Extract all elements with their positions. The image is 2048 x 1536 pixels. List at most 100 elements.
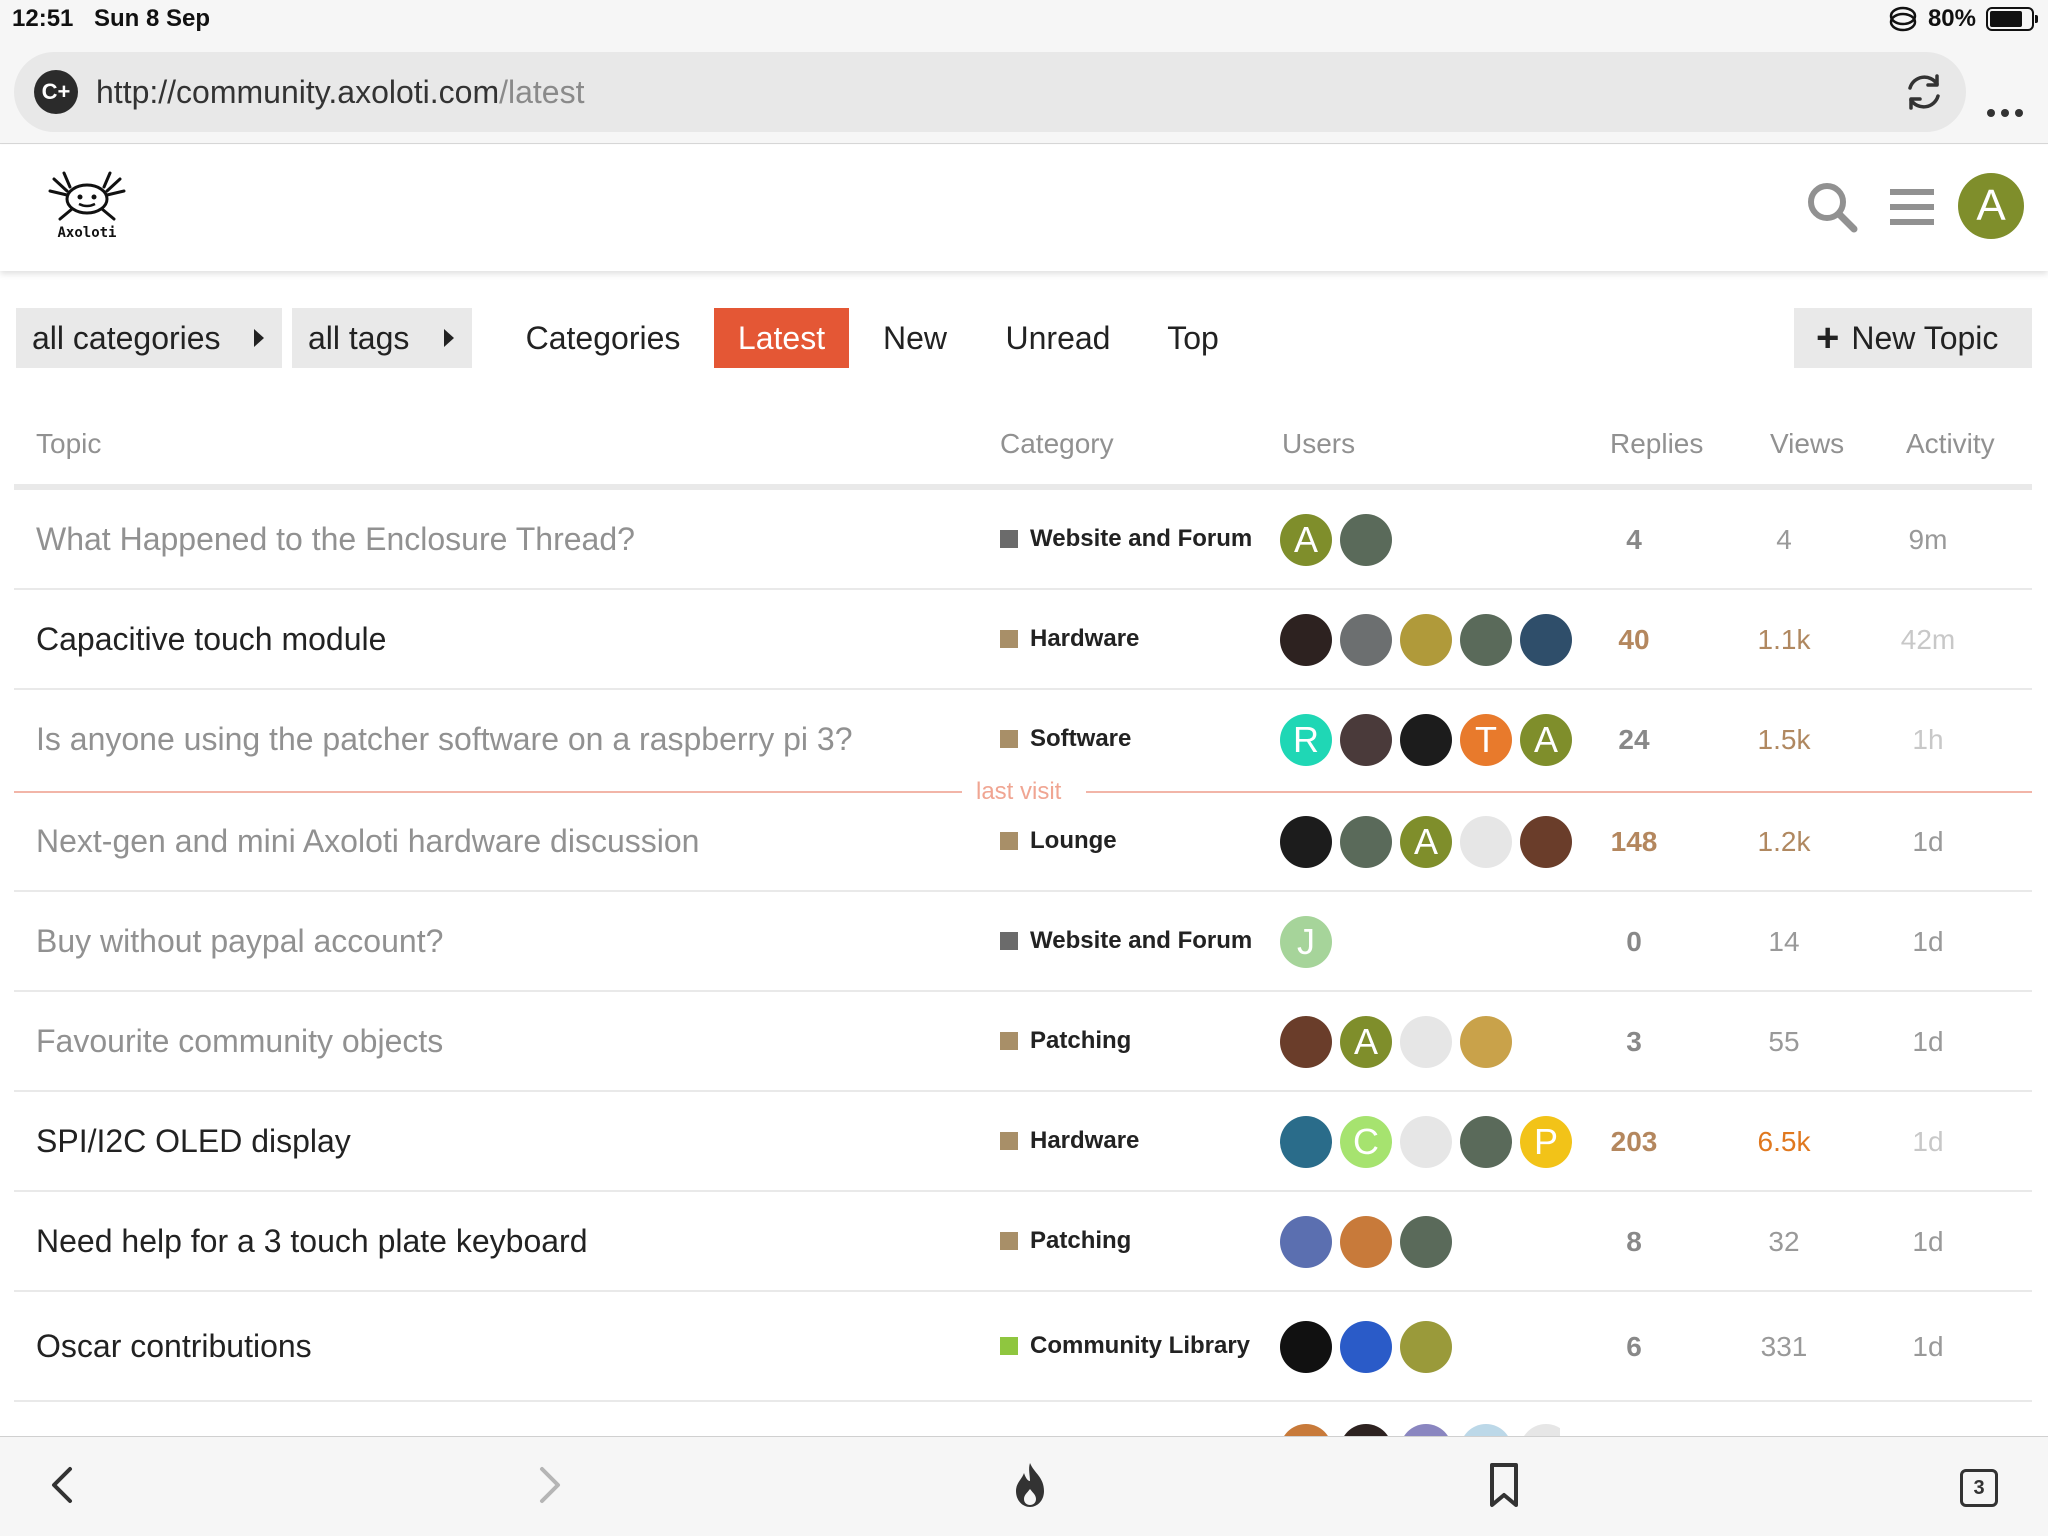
user-avatar[interactable] bbox=[1340, 514, 1392, 566]
column-replies[interactable]: Replies bbox=[1610, 428, 1703, 460]
tab-new[interactable]: New bbox=[870, 308, 960, 368]
forward-icon[interactable] bbox=[522, 1459, 574, 1511]
category-badge[interactable]: Software bbox=[1000, 725, 1131, 753]
tags-dropdown[interactable]: all tags bbox=[292, 308, 472, 368]
column-views[interactable]: Views bbox=[1770, 428, 1844, 460]
topic-row[interactable]: SPI/I2C OLED display Hardware C P 203 6.5k 1d bbox=[14, 1092, 2032, 1192]
topic-title-link[interactable]: SPI/I2C OLED display bbox=[36, 1123, 351, 1160]
user-avatar[interactable] bbox=[1340, 714, 1392, 766]
topic-row[interactable]: Capacitive touch module Hardware 40 1.1k 42m bbox=[14, 590, 2032, 690]
column-activity[interactable]: Activity bbox=[1906, 428, 1995, 460]
topic-row[interactable]: What Happened to the Enclosure Thread? We… bbox=[14, 490, 2032, 590]
search-icon[interactable] bbox=[1804, 179, 1860, 235]
tab-latest[interactable]: Latest bbox=[714, 308, 849, 368]
topic-title-link[interactable]: Capacitive touch module bbox=[36, 621, 386, 658]
user-avatar[interactable] bbox=[1280, 614, 1332, 666]
url-text[interactable]: http://community.axoloti.com/latest bbox=[96, 72, 584, 112]
topic-row[interactable]: Oscar contributions Community Library 6 331… bbox=[14, 1292, 2032, 1402]
topic-title-link[interactable]: What Happened to the Enclosure Thread? bbox=[36, 521, 635, 558]
category-badge[interactable]: Hardware bbox=[1000, 1127, 1139, 1155]
topic-title-link[interactable]: Buy without paypal account? bbox=[36, 923, 443, 960]
current-user-avatar[interactable]: A bbox=[1958, 173, 2024, 239]
activity-time[interactable]: 1h bbox=[1878, 724, 1978, 756]
activity-time[interactable]: 1d bbox=[1878, 1331, 1978, 1363]
category-badge[interactable]: Lounge bbox=[1000, 827, 1117, 855]
user-avatar[interactable] bbox=[1460, 614, 1512, 666]
user-avatar[interactable] bbox=[1400, 614, 1452, 666]
category-badge[interactable]: Patching bbox=[1000, 1227, 1131, 1255]
user-avatar[interactable] bbox=[1400, 1116, 1452, 1168]
topic-row[interactable]: Next-gen and mini Axoloti hardware discu… bbox=[14, 792, 2032, 892]
user-avatar[interactable]: A bbox=[1520, 714, 1572, 766]
topic-row[interactable]: Need help for a 3 touch plate keyboard Pa… bbox=[14, 1192, 2032, 1292]
activity-time[interactable]: 1d bbox=[1878, 1226, 1978, 1258]
axoloti-logo[interactable]: Axoloti bbox=[44, 169, 130, 241]
activity-time[interactable]: 1d bbox=[1878, 1026, 1978, 1058]
user-avatar[interactable] bbox=[1400, 1321, 1452, 1373]
column-topic[interactable]: Topic bbox=[36, 428, 101, 460]
user-avatar[interactable] bbox=[1280, 1321, 1332, 1373]
user-avatar[interactable]: C bbox=[1340, 1116, 1392, 1168]
user-avatar[interactable] bbox=[1400, 1016, 1452, 1068]
user-avatar[interactable] bbox=[1340, 614, 1392, 666]
categories-dropdown[interactable]: all categories bbox=[16, 308, 282, 368]
back-icon[interactable] bbox=[38, 1459, 90, 1511]
user-avatar[interactable] bbox=[1520, 816, 1572, 868]
user-avatar[interactable] bbox=[1460, 1016, 1512, 1068]
tabs-count-icon[interactable]: 3 bbox=[1960, 1469, 1998, 1507]
user-avatar[interactable] bbox=[1340, 1216, 1392, 1268]
tab-top[interactable]: Top bbox=[1152, 308, 1234, 368]
user-avatar[interactable] bbox=[1280, 1016, 1332, 1068]
activity-time[interactable]: 1d bbox=[1878, 826, 1978, 858]
hamburger-menu-icon[interactable] bbox=[1888, 183, 1936, 231]
user-avatar[interactable]: A bbox=[1340, 1016, 1392, 1068]
browser-bottom-bar: 3 bbox=[0, 1436, 2048, 1536]
category-badge[interactable]: Community Library bbox=[1000, 1332, 1250, 1360]
flame-icon[interactable] bbox=[1004, 1459, 1056, 1511]
address-bar[interactable]: C+ http://community.axoloti.com/latest bbox=[14, 52, 1966, 132]
user-avatar[interactable] bbox=[1460, 1116, 1512, 1168]
column-users: Users bbox=[1282, 428, 1356, 459]
category-badge[interactable]: Patching bbox=[1000, 1027, 1131, 1055]
topic-users bbox=[1280, 1216, 1452, 1268]
topic-title-link[interactable]: Need help for a 3 touch plate keyboard bbox=[36, 1223, 587, 1260]
user-avatar[interactable] bbox=[1520, 614, 1572, 666]
user-avatar[interactable] bbox=[1400, 1216, 1452, 1268]
user-avatar[interactable] bbox=[1280, 816, 1332, 868]
activity-time[interactable]: 1d bbox=[1878, 926, 1978, 958]
user-avatar[interactable] bbox=[1280, 1116, 1332, 1168]
user-avatar[interactable]: J bbox=[1280, 916, 1332, 968]
topic-row[interactable]: Is anyone using the patcher software on … bbox=[14, 690, 2032, 790]
user-avatar[interactable] bbox=[1400, 714, 1452, 766]
bookmark-icon[interactable] bbox=[1478, 1459, 1530, 1511]
user-avatar[interactable]: A bbox=[1400, 816, 1452, 868]
topic-row[interactable]: Buy without paypal account? Website and F… bbox=[14, 892, 2032, 992]
reply-count: 148 bbox=[1610, 826, 1658, 857]
user-avatar[interactable]: R bbox=[1280, 714, 1332, 766]
activity-time[interactable]: 42m bbox=[1878, 624, 1978, 656]
browser-logo-icon[interactable]: C+ bbox=[34, 70, 78, 114]
activity-time[interactable]: 1d bbox=[1878, 1126, 1978, 1158]
topic-users: A bbox=[1280, 816, 1572, 868]
new-topic-button[interactable]: + New Topic bbox=[1794, 308, 2032, 368]
category-badge[interactable]: Website and Forum bbox=[1000, 927, 1252, 955]
user-avatar[interactable]: P bbox=[1520, 1116, 1572, 1168]
category-badge[interactable]: Website and Forum bbox=[1000, 525, 1252, 553]
topic-title-link[interactable]: Is anyone using the patcher software on … bbox=[36, 721, 852, 758]
more-options-icon[interactable] bbox=[1984, 92, 2026, 134]
tab-categories[interactable]: Categories bbox=[510, 308, 696, 368]
user-avatar[interactable] bbox=[1460, 816, 1512, 868]
topic-title-link[interactable]: Oscar contributions bbox=[36, 1328, 312, 1365]
user-avatar[interactable] bbox=[1280, 1216, 1332, 1268]
activity-time[interactable]: 9m bbox=[1878, 524, 1978, 556]
user-avatar[interactable] bbox=[1340, 816, 1392, 868]
topic-title-link[interactable]: Favourite community objects bbox=[36, 1023, 443, 1060]
topic-title-link[interactable]: Next-gen and mini Axoloti hardware discu… bbox=[36, 823, 699, 860]
user-avatar[interactable]: A bbox=[1280, 514, 1332, 566]
topic-row[interactable]: Favourite community objects Patching A 3 55 1… bbox=[14, 992, 2032, 1092]
reload-icon[interactable] bbox=[1900, 68, 1948, 116]
user-avatar[interactable]: T bbox=[1460, 714, 1512, 766]
category-badge[interactable]: Hardware bbox=[1000, 625, 1139, 653]
tab-unread[interactable]: Unread bbox=[990, 308, 1126, 368]
user-avatar[interactable] bbox=[1340, 1321, 1392, 1373]
